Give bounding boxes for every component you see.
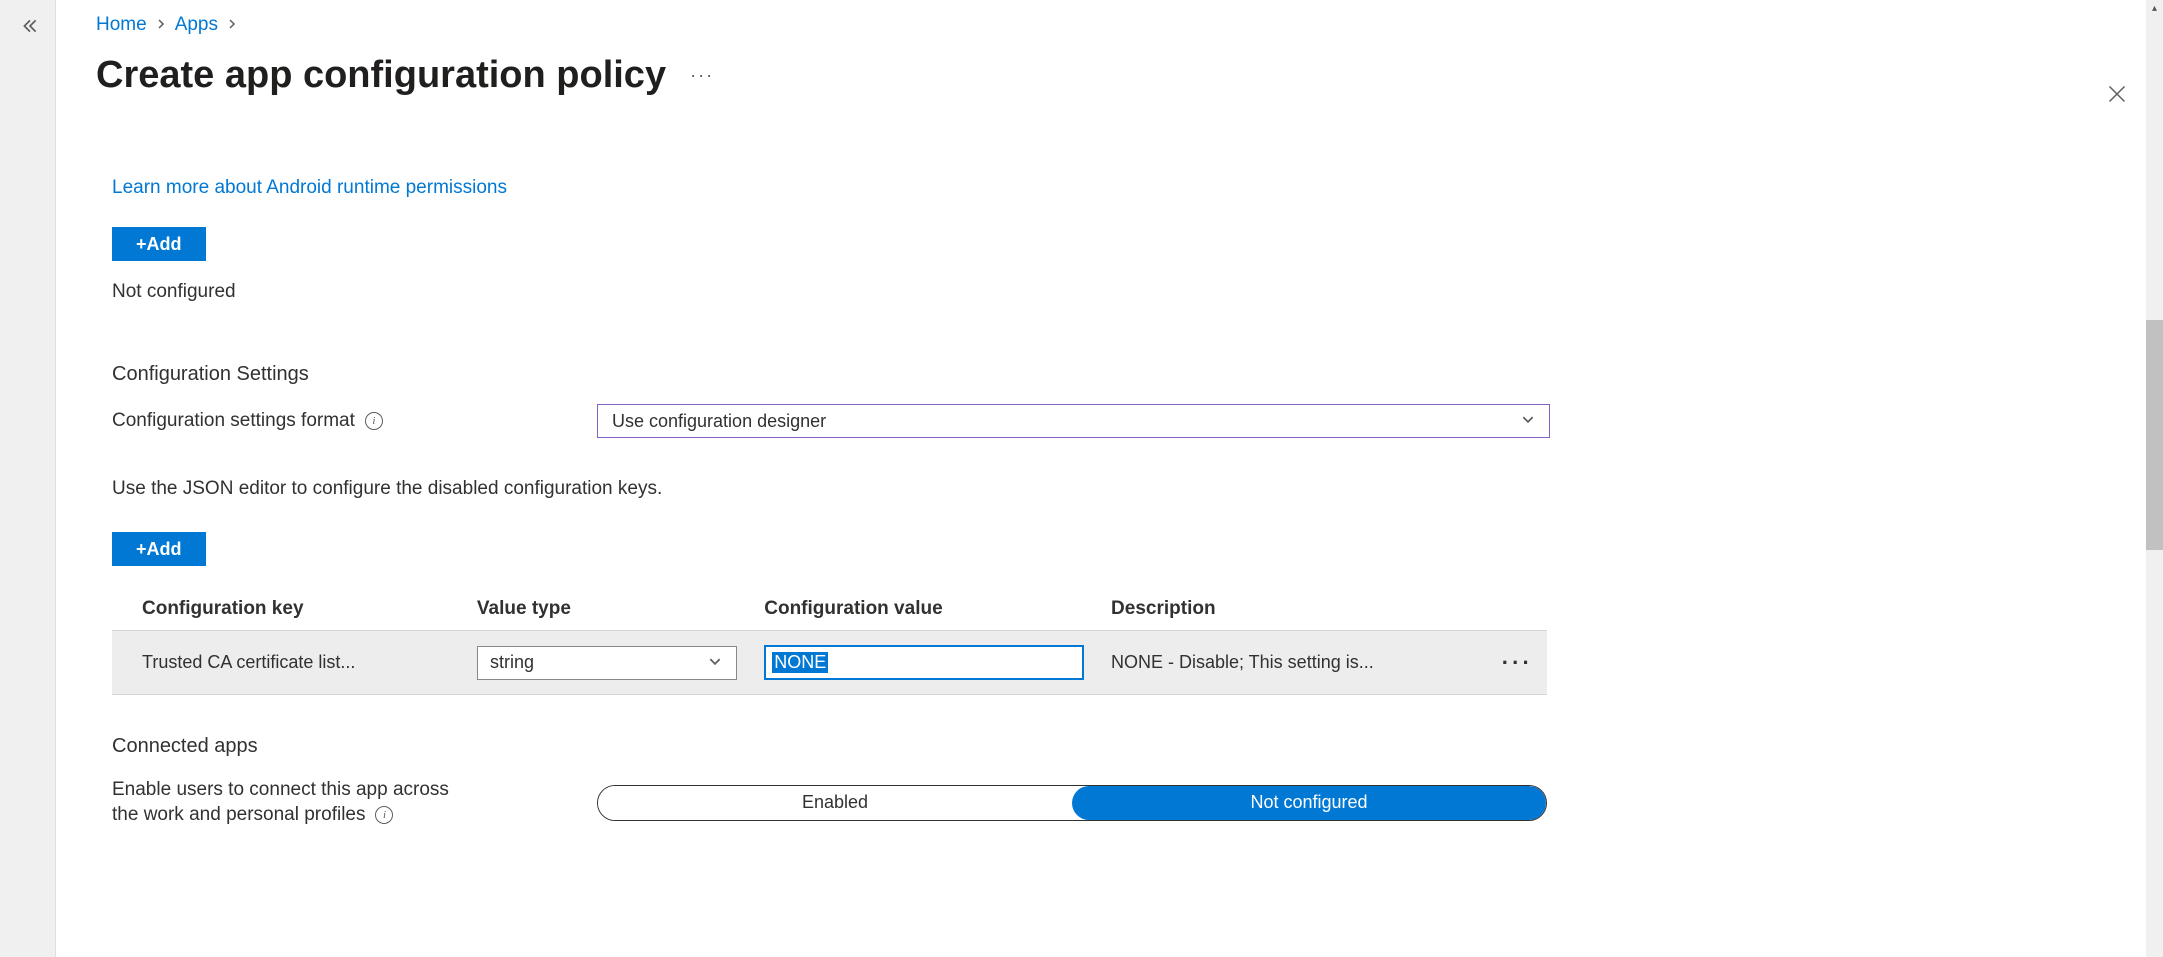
- toggle-enabled-option[interactable]: Enabled: [598, 786, 1072, 820]
- breadcrumb-separator: [226, 14, 238, 36]
- header-configuration-key: Configuration key: [142, 598, 477, 620]
- close-icon: [2107, 84, 2127, 104]
- config-settings-heading: Configuration Settings: [112, 363, 2113, 386]
- config-format-label: Configuration settings format i: [112, 410, 597, 432]
- permissions-not-configured-text: Not configured: [112, 281, 2113, 303]
- chevron-down-icon: [708, 652, 722, 673]
- breadcrumb-separator: [155, 14, 167, 36]
- chevron-right-icon: [226, 18, 238, 30]
- title-more-button[interactable]: ···: [690, 65, 714, 86]
- scrollbar-thumb[interactable]: [2146, 320, 2163, 550]
- title-row: Create app configuration policy ···: [56, 36, 2163, 97]
- header-configuration-value: Configuration value: [764, 598, 1111, 620]
- connected-apps-toggle: Enabled Not configured: [597, 785, 1547, 821]
- more-horizontal-icon: ···: [1502, 650, 1533, 676]
- config-keys-table: Configuration key Value type Configurati…: [112, 586, 1547, 695]
- configuration-value-input[interactable]: NONE: [764, 645, 1084, 680]
- chevron-double-left-icon: [21, 17, 39, 35]
- breadcrumb-apps[interactable]: Apps: [175, 14, 218, 36]
- table-header-row: Configuration key Value type Configurati…: [112, 586, 1547, 630]
- row-actions-button[interactable]: ···: [1488, 650, 1547, 676]
- vertical-scrollbar[interactable]: ▴: [2146, 0, 2163, 957]
- json-editor-helper-text: Use the JSON editor to configure the dis…: [112, 478, 2113, 500]
- cell-description: NONE - Disable; This setting is...: [1111, 652, 1488, 673]
- table-row: Trusted CA certificate list... string NO…: [112, 630, 1547, 695]
- header-value-type: Value type: [477, 598, 764, 620]
- form-content: Learn more about Android runtime permiss…: [56, 97, 2163, 827]
- close-button[interactable]: [2101, 78, 2133, 110]
- config-format-value: Use configuration designer: [612, 411, 826, 432]
- config-format-select[interactable]: Use configuration designer: [597, 404, 1550, 438]
- info-icon[interactable]: i: [375, 806, 393, 824]
- sidebar-collapse-button[interactable]: [18, 14, 42, 38]
- breadcrumb-home[interactable]: Home: [96, 14, 147, 36]
- connected-apps-label-line1: Enable users to connect this app across: [112, 779, 449, 800]
- header-description: Description: [1111, 598, 1488, 620]
- connected-apps-label-line2: the work and personal profiles: [112, 803, 365, 828]
- value-type-select[interactable]: string: [477, 646, 737, 680]
- config-keys-add-button[interactable]: +Add: [112, 532, 206, 566]
- page-title: Create app configuration policy: [96, 54, 666, 97]
- configuration-value-text: NONE: [772, 652, 828, 673]
- config-format-row: Configuration settings format i Use conf…: [112, 404, 2113, 438]
- scroll-up-arrow-icon[interactable]: ▴: [2146, 0, 2163, 17]
- permissions-add-button[interactable]: +Add: [112, 227, 206, 261]
- permissions-learn-more-link[interactable]: Learn more about Android runtime permiss…: [112, 177, 507, 198]
- chevron-right-icon: [155, 18, 167, 30]
- left-sidebar-rail: [0, 0, 56, 957]
- info-icon[interactable]: i: [365, 412, 383, 430]
- config-format-label-text: Configuration settings format: [112, 410, 355, 432]
- connected-apps-row: Enable users to connect this app across …: [112, 778, 2113, 827]
- toggle-not-configured-option[interactable]: Not configured: [1072, 786, 1546, 820]
- main-content-area: Home Apps Create app configuration polic…: [56, 0, 2163, 957]
- value-type-text: string: [490, 652, 534, 673]
- breadcrumb: Home Apps: [56, 0, 2163, 36]
- connected-apps-label: Enable users to connect this app across …: [112, 778, 597, 827]
- chevron-down-icon: [1521, 411, 1535, 432]
- cell-config-key: Trusted CA certificate list...: [142, 652, 477, 673]
- connected-apps-heading: Connected apps: [112, 735, 2113, 758]
